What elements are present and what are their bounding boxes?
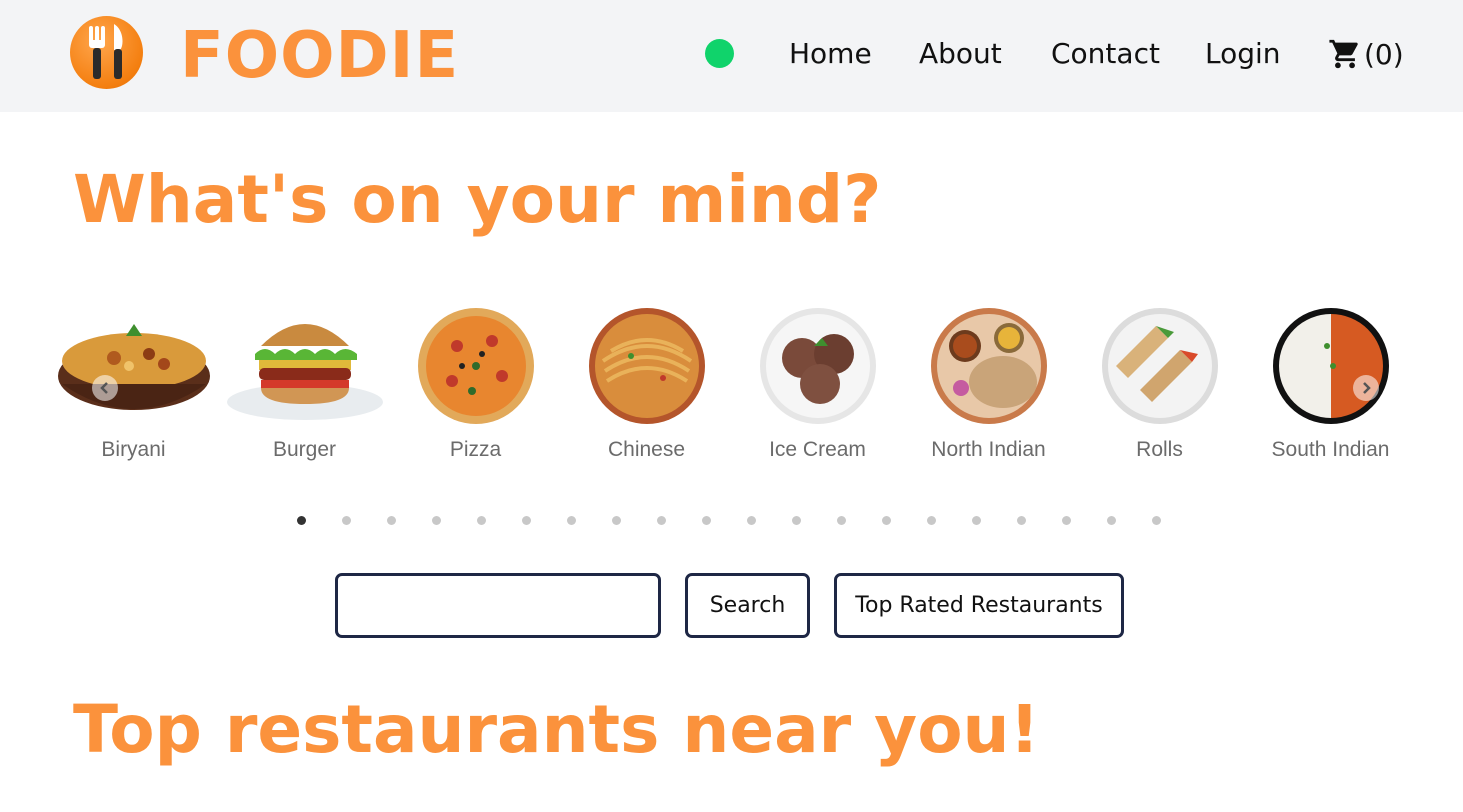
- carousel-dot[interactable]: [972, 516, 981, 525]
- category-label: Biryani: [101, 438, 166, 461]
- nav-login[interactable]: Login: [1205, 34, 1281, 74]
- thali-image: [930, 308, 1047, 424]
- biryani-image: [57, 324, 210, 410]
- category-pizza[interactable]: Pizza: [390, 300, 561, 480]
- category-label: Burger: [272, 438, 337, 461]
- top-rated-button[interactable]: Top Rated Restaurants: [834, 573, 1124, 638]
- burger-image: [226, 324, 383, 420]
- category-label: North Indian: [931, 438, 1046, 461]
- carousel-dot[interactable]: [747, 516, 756, 525]
- carousel-dot[interactable]: [837, 516, 846, 525]
- fork-knife-icon[interactable]: [70, 16, 143, 89]
- nav-about[interactable]: About: [919, 34, 1002, 74]
- carousel-dot[interactable]: [612, 516, 621, 525]
- carousel-dot[interactable]: [297, 516, 306, 525]
- chevron-right-icon: [1363, 382, 1371, 394]
- carousel-dot[interactable]: [657, 516, 666, 525]
- cart-count: (0): [1364, 37, 1404, 71]
- carousel-next-button[interactable]: [1353, 375, 1379, 401]
- carousel-dot[interactable]: [927, 516, 936, 525]
- nav-home[interactable]: Home: [789, 34, 872, 74]
- search-button[interactable]: Search: [685, 573, 810, 638]
- carousel-dot[interactable]: [1062, 516, 1071, 525]
- section-title-restaurants: Top restaurants near you!: [73, 691, 1040, 768]
- rice-curry-image: [1272, 308, 1389, 424]
- carousel-dot[interactable]: [432, 516, 441, 525]
- brand-name: FOODIE: [180, 19, 460, 93]
- carousel-dot[interactable]: [522, 516, 531, 525]
- pizza-image: [417, 308, 534, 424]
- section-title-mind: What's on your mind?: [73, 161, 882, 238]
- carousel-dot[interactable]: [1152, 516, 1161, 525]
- chevron-left-icon: [100, 382, 108, 394]
- carousel-dot[interactable]: [702, 516, 711, 525]
- category-chinese[interactable]: Chinese: [561, 300, 732, 480]
- cart-icon: [1329, 39, 1358, 69]
- category-label: South Indian: [1271, 438, 1390, 461]
- category-rolls[interactable]: Rolls: [1074, 300, 1245, 480]
- carousel-dot[interactable]: [387, 516, 396, 525]
- category-burger[interactable]: Burger: [219, 300, 390, 480]
- nav-contact[interactable]: Contact: [1051, 34, 1160, 74]
- category-label: Rolls: [1136, 438, 1183, 461]
- category-south-indian[interactable]: South Indian: [1245, 300, 1416, 480]
- carousel-dot[interactable]: [882, 516, 891, 525]
- category-north-indian[interactable]: North Indian: [903, 300, 1074, 480]
- category-biryani[interactable]: Biryani: [48, 300, 219, 480]
- noodles-image: [588, 308, 705, 424]
- search-input[interactable]: [335, 573, 661, 638]
- carousel-dot[interactable]: [1017, 516, 1026, 525]
- carousel-dot[interactable]: [342, 516, 351, 525]
- food-category-carousel: Biryani Burger Pizza Chinese Ice Cream N…: [48, 300, 1416, 480]
- ice-cream-image: [759, 308, 876, 424]
- online-status-indicator: [705, 39, 734, 68]
- rolls-image: [1101, 308, 1218, 424]
- category-label: Ice Cream: [769, 438, 866, 461]
- cart-link[interactable]: (0): [1328, 34, 1404, 74]
- navbar: FOODIE Home About Contact Login (0): [0, 0, 1463, 112]
- carousel-dot[interactable]: [567, 516, 576, 525]
- category-label: Pizza: [449, 438, 502, 461]
- carousel-dot[interactable]: [792, 516, 801, 525]
- carousel-dot[interactable]: [477, 516, 486, 525]
- category-label: Chinese: [607, 438, 686, 461]
- carousel-prev-button[interactable]: [92, 375, 118, 401]
- carousel-dot[interactable]: [1107, 516, 1116, 525]
- category-ice-cream[interactable]: Ice Cream: [732, 300, 903, 480]
